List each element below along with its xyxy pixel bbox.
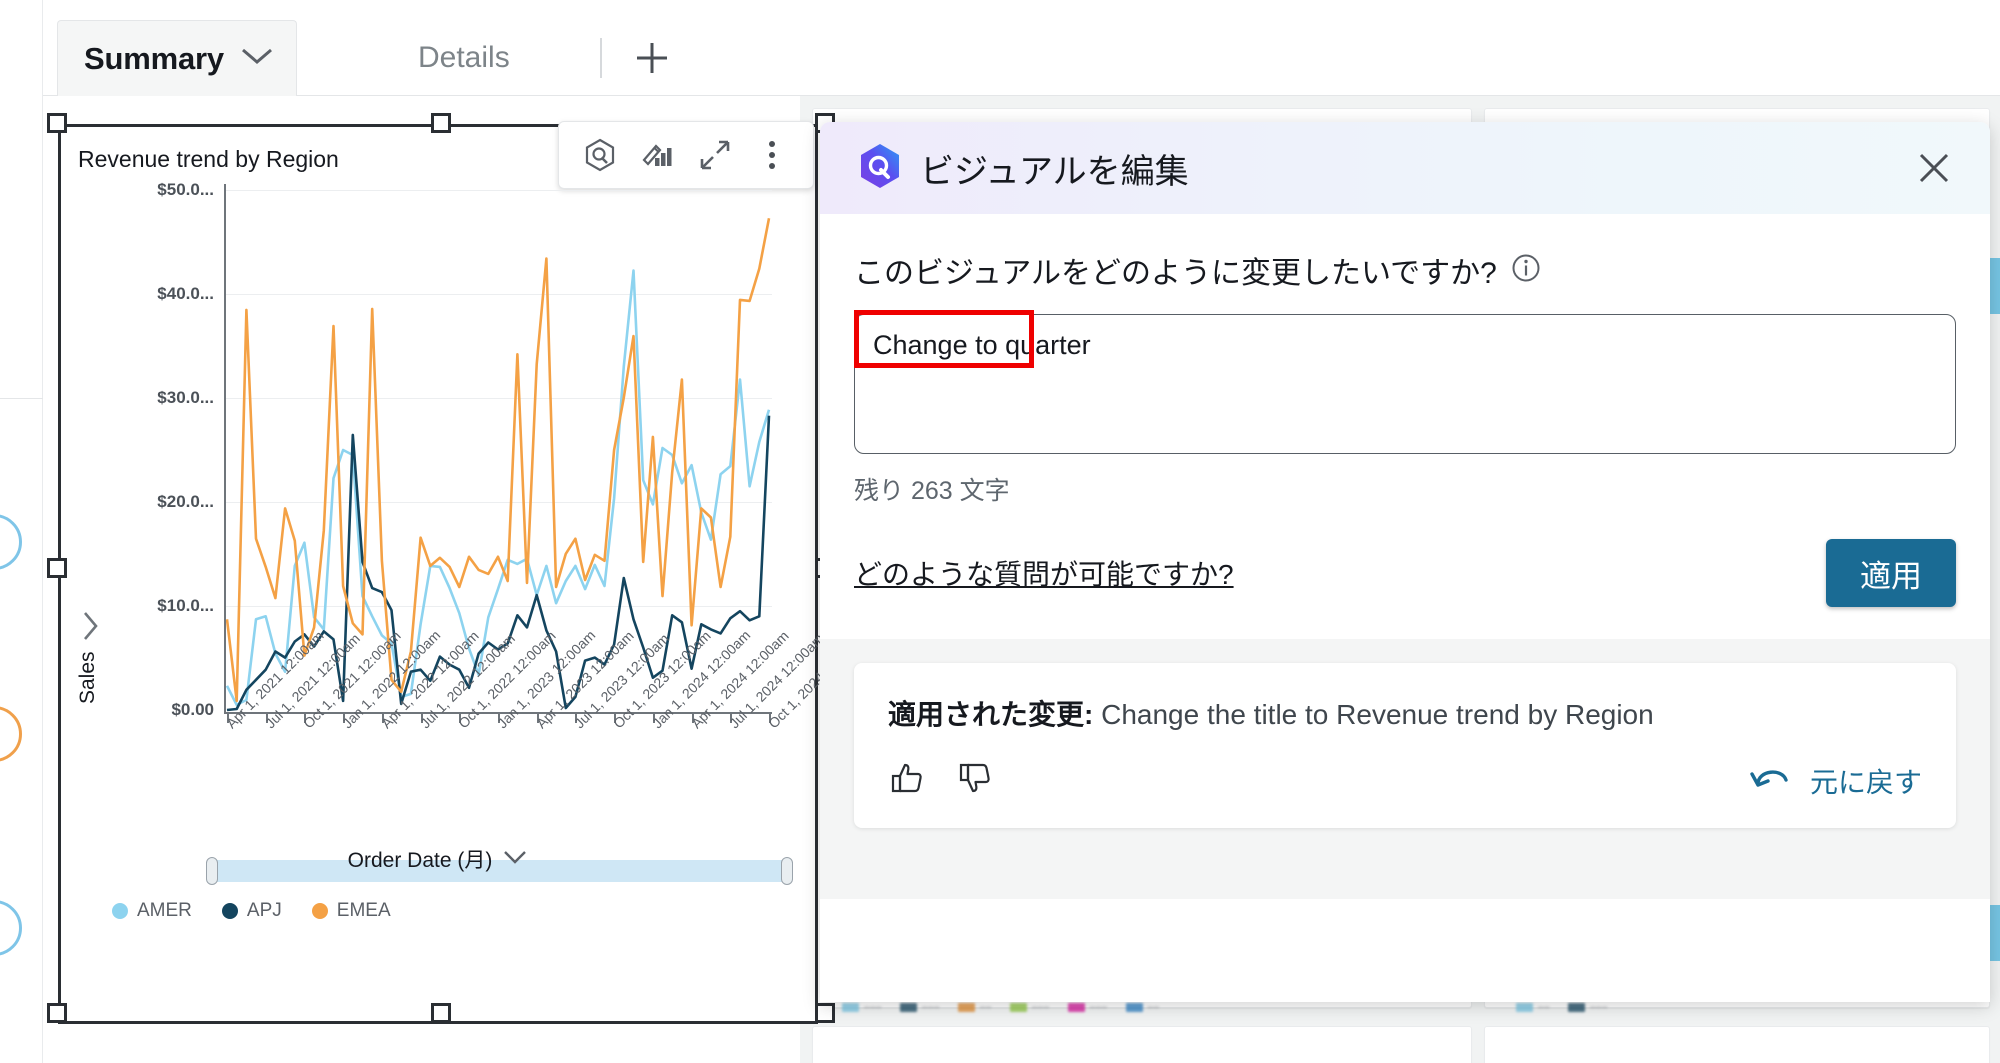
legend-item: ––: [1125, 1002, 1160, 1013]
undo-label: 元に戻す: [1809, 766, 1922, 798]
apply-button[interactable]: 適用: [1826, 539, 1956, 607]
legend-label: AMER: [137, 900, 192, 921]
y-axis-chevron-icon[interactable]: [80, 609, 102, 648]
left-rail-divider: [0, 398, 43, 399]
tab-details[interactable]: Details: [400, 20, 528, 96]
chevron-down-icon[interactable]: [240, 46, 274, 71]
legend-swatch: [221, 903, 238, 919]
y-axis-tick-labels: $50.0... $40.0... $30.0... $20.0... $10.…: [104, 180, 214, 719]
applied-change-text-row: 適用された変更: Change the title to Revenue tre…: [888, 693, 1922, 733]
legend-item-emea[interactable]: EMEA: [311, 900, 391, 922]
undo-arrow-icon: [1748, 760, 1794, 801]
legend-item: –––: [899, 1002, 940, 1013]
prompt-input-wrap: [854, 310, 1956, 459]
chevron-down-icon[interactable]: [502, 847, 528, 871]
legend-swatch: [112, 903, 128, 919]
visual-toolbar[interactable]: [558, 121, 814, 189]
plus-icon: [637, 43, 667, 73]
legend-item: –––: [1567, 1002, 1608, 1013]
legend-item-amer[interactable]: AMER: [112, 900, 192, 922]
thumbs-up-icon[interactable]: [888, 759, 926, 802]
background-legend-left: ––– ––– –– ––– ––– ––: [842, 1002, 1159, 1013]
background-visual-card-bottom-left[interactable]: [812, 1026, 1472, 1063]
y-tick-label: $0.00: [171, 700, 214, 719]
tab-details-label: Details: [418, 41, 510, 74]
legend-label: EMEA: [336, 900, 391, 921]
selected-visual[interactable]: Revenue trend by Region Sales $50.0... $…: [47, 113, 869, 1024]
applied-change-actions: 元に戻す: [888, 759, 1922, 802]
applied-change-card: 適用された変更: Change the title to Revenue tre…: [854, 663, 1956, 828]
x-axis-title-wrap[interactable]: Order Date (月): [64, 844, 812, 874]
legend-item: –––: [842, 1002, 882, 1013]
panel-body: このビジュアルをどのように変更したいですか? 残り 263 文字 どのような質問…: [820, 248, 1990, 633]
feedback-buttons: [888, 759, 994, 802]
applied-change-label: 適用された変更:: [888, 699, 1094, 730]
add-sheet-button[interactable]: [628, 34, 676, 82]
applied-change-text: Change the title to Revenue trend by Reg…: [1093, 699, 1654, 730]
resize-handle-middle-left[interactable]: [47, 558, 67, 578]
panel-actions: どのような質問が可能ですか? 適用: [854, 539, 1956, 633]
legend-swatch: [311, 903, 328, 919]
panel-title: ビジュアルを編集: [920, 152, 1189, 191]
visual-title: Revenue trend by Region: [78, 146, 339, 172]
line-chart: Sales $50.0... $40.0... $30.0... $20.0..…: [64, 180, 869, 954]
resize-handle-bottom-right[interactable]: [815, 1003, 835, 1023]
background-legend-right: –– –––: [1516, 1002, 1608, 1013]
y-tick-label: $20.0...: [157, 492, 214, 511]
kebab-menu-icon[interactable]: [749, 132, 795, 178]
edit-visual-panel: ビジュアルを編集 このビジュアルをどのように変更したいですか? Change t…: [820, 122, 1990, 1002]
prompt-textarea[interactable]: [854, 314, 1956, 454]
resize-handle-bottom-left[interactable]: [47, 1003, 67, 1023]
tab-summary-label: Summary: [84, 40, 224, 76]
y-tick-label: $50.0...: [157, 180, 214, 199]
undo-button[interactable]: 元に戻す: [1748, 760, 1922, 801]
panel-header: ビジュアルを編集: [820, 122, 1990, 214]
amazon-q-hexagon-icon[interactable]: [577, 132, 623, 178]
x-axis-title: Order Date (月): [347, 849, 493, 872]
y-axis-title: Sales: [76, 651, 99, 704]
info-circle-icon[interactable]: [1511, 253, 1541, 288]
legend-item: –––: [1067, 1002, 1108, 1013]
y-tick-label: $10.0...: [157, 596, 214, 615]
sheet-tab-strip: Summary Details: [43, 0, 2000, 96]
legend-item: ––: [1516, 1002, 1550, 1013]
tab-divider: [600, 38, 602, 78]
prompt-row: このビジュアルをどのように変更したいですか?: [854, 248, 1956, 292]
legend-item: –––: [1009, 1002, 1050, 1013]
resize-handle-top-center[interactable]: [431, 113, 451, 133]
y-tick-label: $30.0...: [157, 388, 214, 407]
example-questions-link[interactable]: どのような質問が可能ですか?: [854, 553, 1234, 593]
chart-series-lines: [225, 217, 771, 712]
expand-diagonal-icon[interactable]: [692, 132, 738, 178]
legend-item-apj[interactable]: APJ: [221, 900, 282, 922]
legend-label: APJ: [246, 900, 282, 921]
resize-handle-top-left[interactable]: [47, 113, 67, 133]
thumbs-down-icon[interactable]: [956, 759, 994, 802]
chart-plot-area: [224, 184, 772, 723]
applied-changes-zone: 適用された変更: Change the title to Revenue tre…: [820, 639, 1990, 899]
character-counter: 残り 263 文字: [854, 477, 1010, 505]
legend-item: ––: [957, 1002, 992, 1013]
chart-legend[interactable]: AMER APJ EMEA: [112, 900, 391, 922]
y-tick-label: $40.0...: [157, 284, 214, 303]
app-root: ––– ––– –– ––– ––– –– –– ––– 0 Summary D…: [0, 0, 2000, 1063]
tab-summary[interactable]: Summary: [57, 20, 297, 96]
resize-handle-bottom-center[interactable]: [431, 1003, 451, 1023]
y-axis-line: [224, 184, 226, 714]
close-x-icon[interactable]: [1912, 146, 1956, 190]
amazon-q-hexagon-icon: [854, 142, 906, 194]
background-visual-card-bottom-right[interactable]: [1484, 1026, 1990, 1063]
edit-chart-icon[interactable]: [634, 132, 680, 178]
prompt-label: このビジュアルをどのように変更したいですか?: [854, 257, 1497, 290]
